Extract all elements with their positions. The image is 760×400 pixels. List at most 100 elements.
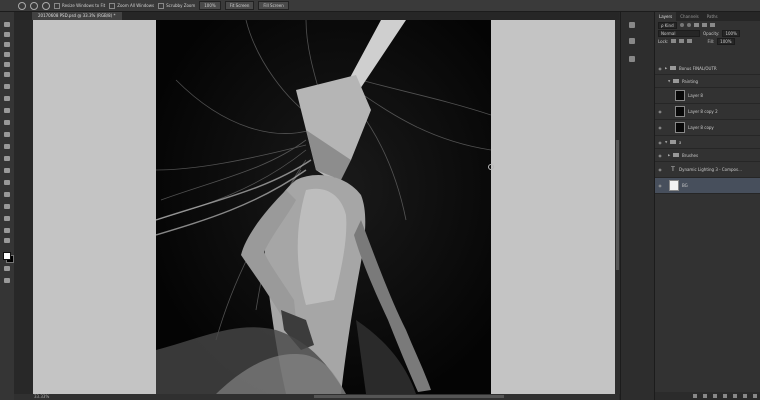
type-tool-icon[interactable] xyxy=(4,192,10,197)
move-tool-icon[interactable] xyxy=(4,22,10,27)
fill-label: Fill: xyxy=(707,38,715,44)
layer-thumbnail xyxy=(675,122,685,133)
smart-object-filter-icon[interactable] xyxy=(709,23,715,27)
opacity-label: Opacity: xyxy=(703,30,720,36)
tab-paths[interactable]: Paths xyxy=(703,12,722,21)
link-layers-icon[interactable] xyxy=(693,394,697,398)
artwork-illustration xyxy=(156,20,491,394)
horizontal-scroll-thumb[interactable] xyxy=(314,395,504,398)
layer-name: Layer 8 xyxy=(688,93,703,98)
panel-icon-strip xyxy=(620,12,655,400)
scrubby-zoom-checkbox[interactable]: Scrubby Zoom xyxy=(158,3,195,9)
tools-panel xyxy=(0,12,15,400)
layer-style-icon[interactable] xyxy=(703,394,707,398)
blur-tool-icon[interactable] xyxy=(4,156,10,161)
zoom-in-icon[interactable] xyxy=(30,1,38,10)
artwork-canvas[interactable] xyxy=(156,20,491,394)
tab-layers[interactable]: Layers xyxy=(655,12,677,21)
kind-filter-select[interactable]: ρ Kind xyxy=(658,21,677,29)
zoom-out-icon[interactable] xyxy=(42,1,50,10)
visibility-eye-icon[interactable]: ◉ xyxy=(655,140,665,145)
brush-tool-icon[interactable] xyxy=(4,96,10,101)
marquee-tool-icon[interactable] xyxy=(4,32,10,37)
tab-channels[interactable]: Channels xyxy=(676,12,703,21)
new-group-icon[interactable] xyxy=(733,394,737,398)
pen-tool-icon[interactable] xyxy=(4,180,10,185)
quick-select-tool-icon[interactable] xyxy=(4,52,10,57)
adjustment-filter-icon[interactable] xyxy=(686,23,691,27)
layers-list: ◉ ▶ Bonus FINAL/OUTR ▼ Painting Layer 8 … xyxy=(655,62,760,194)
canvas-area[interactable] xyxy=(14,20,619,394)
layer-name: Painting xyxy=(682,78,699,84)
lock-pixels-icon[interactable] xyxy=(671,39,677,43)
layer-row[interactable]: Layer 8 xyxy=(655,88,760,104)
visibility-eye-icon[interactable]: ◉ xyxy=(655,109,665,114)
history-brush-tool-icon[interactable] xyxy=(4,120,10,125)
crop-tool-icon[interactable] xyxy=(4,62,10,67)
document-tab[interactable]: 20170608 PSD.psd @ 33.3% (RGB/8) * xyxy=(32,12,122,20)
resize-windows-checkbox[interactable]: Resize Windows to Fit xyxy=(54,3,105,9)
layer-name: Layer 8 copy xyxy=(688,125,714,130)
layer-row[interactable]: ◉ ▶ Brushes xyxy=(655,149,760,162)
layers-panel: Layers Channels Paths ρ Kind Normal Opac… xyxy=(654,12,760,400)
zoom-all-windows-checkbox[interactable]: Zoom All Windows xyxy=(109,3,154,9)
layer-row[interactable]: ◉ T Dynamic Lighting 3 - Compos... xyxy=(655,162,760,178)
eyedropper-tool-icon[interactable] xyxy=(4,72,10,77)
add-mask-icon[interactable] xyxy=(713,394,717,398)
layer-name: Brushes xyxy=(682,152,699,158)
zoom-100-button[interactable]: 100% xyxy=(199,1,221,10)
hand-tool-icon[interactable] xyxy=(4,228,10,233)
visibility-eye-icon[interactable]: ◉ xyxy=(655,153,665,158)
layer-row[interactable]: ◉ Layer 8 copy xyxy=(655,120,760,136)
gradient-tool-icon[interactable] xyxy=(4,144,10,149)
properties-panel-icon[interactable] xyxy=(629,38,635,44)
cursor-icon xyxy=(488,164,494,170)
status-bar: 33.33% xyxy=(14,394,619,400)
layer-name: Bonus FINAL/OUTR xyxy=(679,65,717,71)
layer-name: Layer 8 copy 2 xyxy=(688,109,718,114)
shape-tool-icon[interactable] xyxy=(4,216,10,221)
lasso-tool-icon[interactable] xyxy=(4,42,10,47)
type-filter-icon[interactable] xyxy=(693,23,699,27)
fill-screen-button[interactable]: Fill Screen xyxy=(258,1,289,10)
layer-row[interactable]: ◉ ▶ Bonus FINAL/OUTR xyxy=(655,62,760,75)
screen-mode-icon[interactable] xyxy=(4,278,10,283)
layer-thumbnail xyxy=(669,180,679,191)
dodge-tool-icon[interactable] xyxy=(4,168,10,173)
history-panel-icon[interactable] xyxy=(629,22,635,28)
quick-mask-icon[interactable] xyxy=(4,266,10,271)
visibility-eye-icon[interactable]: ◉ xyxy=(655,167,665,172)
layer-row[interactable]: ▼ Painting xyxy=(655,75,760,88)
folder-icon xyxy=(673,79,679,83)
visibility-eye-icon[interactable]: ◉ xyxy=(655,66,665,71)
foreground-color-swatch[interactable] xyxy=(3,252,11,260)
zoom-tool-icon[interactable] xyxy=(4,238,10,243)
fill-field[interactable]: 100% xyxy=(717,37,735,45)
eraser-tool-icon[interactable] xyxy=(4,132,10,137)
shape-filter-icon[interactable] xyxy=(701,23,707,27)
new-layer-icon[interactable] xyxy=(743,394,747,398)
lock-position-icon[interactable] xyxy=(679,39,685,43)
visibility-eye-icon[interactable]: ◉ xyxy=(655,183,665,188)
options-bar: Resize Windows to Fit Zoom All Windows S… xyxy=(0,0,760,12)
vertical-scroll-thumb[interactable] xyxy=(616,140,619,270)
document-tabs: 20170608 PSD.psd @ 33.3% (RGB/8) * xyxy=(14,12,619,20)
pixel-filter-icon[interactable] xyxy=(679,23,684,27)
zoom-tool-icon[interactable] xyxy=(18,1,26,10)
adjustment-layer-icon[interactable] xyxy=(723,394,727,398)
visibility-eye-icon[interactable]: ◉ xyxy=(655,125,665,130)
path-select-tool-icon[interactable] xyxy=(4,204,10,209)
fit-screen-button[interactable]: Fit Screen xyxy=(224,1,255,10)
brush-panel-icon[interactable] xyxy=(629,56,635,62)
lock-row: Lock: Fill: 100% xyxy=(655,37,760,45)
clone-stamp-tool-icon[interactable] xyxy=(4,108,10,113)
zoom-level[interactable]: 33.33% xyxy=(34,394,49,399)
layer-row[interactable]: ◉ ▼ a xyxy=(655,136,760,149)
delete-layer-icon[interactable] xyxy=(753,394,757,398)
opacity-field[interactable]: 100% xyxy=(722,29,740,37)
layer-row-selected[interactable]: ◉ BG xyxy=(655,178,760,194)
lock-all-icon[interactable] xyxy=(687,39,693,43)
layer-row[interactable]: ◉ Layer 8 copy 2 xyxy=(655,104,760,120)
healing-brush-tool-icon[interactable] xyxy=(4,84,10,89)
blend-mode-select[interactable]: Normal xyxy=(658,29,700,37)
